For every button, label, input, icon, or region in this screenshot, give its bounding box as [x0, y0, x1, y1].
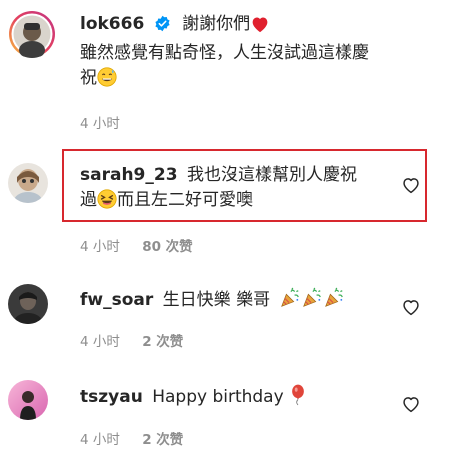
comment-time: 4 小时: [80, 334, 120, 350]
comment-text-part1: 謝謝你們: [182, 14, 251, 34]
avatar-image: [9, 11, 55, 58]
comment-text-part3: 祝: [80, 68, 97, 88]
party-popper-icon: [323, 287, 345, 317]
username[interactable]: lok666: [80, 14, 144, 34]
verified-badge-icon: [154, 15, 171, 40]
like-heart-icon[interactable]: [401, 395, 421, 413]
username[interactable]: sarah9_23: [80, 165, 178, 185]
party-popper-icon: [279, 287, 301, 317]
avatar[interactable]: [8, 380, 48, 420]
comment-text-part1: 生日快樂 樂哥: [162, 290, 271, 310]
username[interactable]: fw_soar: [80, 290, 153, 310]
avatar-image: [8, 380, 48, 420]
avatar[interactable]: [8, 163, 48, 203]
comment-meta: 4 小时: [80, 112, 120, 132]
comment-sarah9_23: sarah9_23 我也沒這樣幫別人慶祝 過 而且左二好可愛噢 4 小时 80 …: [0, 145, 449, 255]
comment-meta: 4 小时 2 次赞: [80, 428, 183, 448]
comment-text-part3: 而且左二好可愛噢: [117, 190, 253, 210]
comment-meta: 4 小时 80 次赞: [80, 235, 193, 255]
avatar-image: [8, 163, 48, 203]
comment-text-part2: 雖然感覺有點奇怪，人生沒試過這樣慶: [80, 43, 369, 63]
grinning-sweat-icon: [97, 67, 117, 95]
comment-fw_soar: fw_soar 生日快樂 樂哥 4 小时 2 次赞: [0, 270, 449, 360]
likes-count[interactable]: 2 次赞: [142, 334, 183, 350]
comment-text: fw_soar 生日快樂 樂哥: [80, 287, 410, 317]
like-heart-icon[interactable]: [401, 298, 421, 316]
like-heart-icon[interactable]: [401, 176, 421, 194]
balloon-icon: [289, 384, 307, 414]
comment-text-part1: Happy birthday: [152, 387, 284, 407]
comment-text-part1: 我也沒這樣幫別人慶祝: [186, 165, 357, 185]
avatar[interactable]: [8, 284, 48, 324]
comment-meta: 4 小时 2 次赞: [80, 330, 183, 350]
party-popper-icon: [301, 287, 323, 317]
comment-text: lok666 謝謝你們 雖然感覺有點奇怪，人生沒試過這樣慶 祝: [80, 12, 420, 95]
comment-time: 4 小时: [80, 116, 120, 132]
comment-text: tszyau Happy birthday: [80, 384, 410, 414]
comment-text-part2: 過: [80, 190, 97, 210]
likes-count[interactable]: 80 次赞: [142, 239, 193, 255]
comment-lok666: lok666 謝謝你們 雖然感覺有點奇怪，人生沒試過這樣慶 祝 4 小时: [0, 0, 449, 140]
comment-time: 4 小时: [80, 239, 120, 255]
comment-tszyau: tszyau Happy birthday 4 小时 2 次赞: [0, 370, 449, 474]
likes-count[interactable]: 2 次赞: [142, 432, 183, 448]
comment-time: 4 小时: [80, 432, 120, 448]
username[interactable]: tszyau: [80, 387, 143, 407]
comment-text: sarah9_23 我也沒這樣幫別人慶祝 過 而且左二好可愛噢: [80, 163, 410, 217]
laughing-squint-icon: [97, 189, 117, 217]
avatar[interactable]: [8, 10, 56, 58]
avatar-image: [8, 284, 48, 324]
red-heart-icon: [250, 15, 270, 41]
